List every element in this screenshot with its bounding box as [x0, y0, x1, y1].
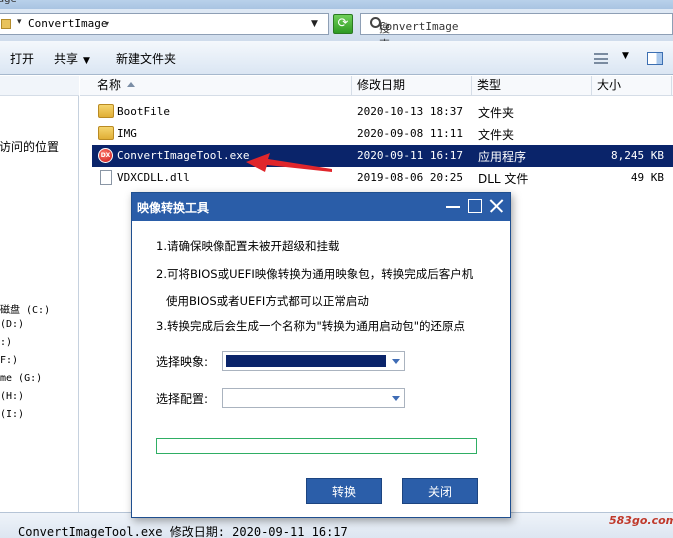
folder-icon: [98, 126, 114, 140]
image-select-value: [226, 355, 386, 367]
file-row-convertimagetool[interactable]: DX ConvertImageTool.exe 2020-09-11 16:17…: [92, 145, 673, 167]
file-row-img[interactable]: IMG 2020-09-08 11:11 文件夹: [92, 123, 673, 145]
breadcrumb-chevron-icon[interactable]: ▾: [105, 19, 109, 28]
address-bar-row: ▾ ConvertImage ▾ ▼ ⟳ 搜索 ConvertImage: [0, 9, 673, 51]
view-dropdown-icon[interactable]: ▼: [622, 51, 629, 61]
chevron-down-icon[interactable]: ▾: [17, 17, 22, 27]
convert-button[interactable]: 转换: [306, 478, 382, 504]
instruction-3: 3.转换完成后会生成一个名称为"转换为通用启动包"的还原点: [156, 319, 466, 333]
nav-item-drive-e[interactable]: :): [0, 337, 12, 348]
column-header-date[interactable]: 修改日期: [352, 76, 472, 96]
site-watermark: 583go.com: [609, 514, 673, 527]
navigation-pane: 访问的位置 磁盘 (C:) (D:) :) F:) me (G:) (H:) (…: [0, 76, 79, 512]
image-select[interactable]: [222, 351, 405, 371]
view-options-icon[interactable]: [594, 53, 608, 64]
preview-pane-icon[interactable]: [647, 52, 663, 65]
nav-item-recent-places[interactable]: 访问的位置: [0, 138, 59, 155]
maximize-icon[interactable]: [466, 197, 484, 215]
folder-icon: [98, 104, 114, 118]
dx-app-icon: DX: [98, 148, 113, 163]
minimize-icon[interactable]: [444, 197, 462, 215]
folder-icon: [1, 19, 11, 29]
instruction-1: 1.请确保映像配置未被开超级和挂载: [156, 239, 340, 253]
file-row-vdxcdll[interactable]: VDXCDLL.dll 2019-08-06 20:25 DLL 文件 49 K…: [92, 167, 673, 189]
column-header-name[interactable]: 名称: [92, 76, 352, 96]
conversion-progress-bar: [156, 438, 477, 454]
share-button[interactable]: 共享 ▼: [54, 50, 90, 67]
file-row-bootfile[interactable]: BootFile 2020-10-13 18:37 文件夹: [92, 101, 673, 123]
nav-item-drive-f[interactable]: F:): [0, 355, 18, 366]
address-bar[interactable]: ▾ ConvertImage ▾ ▼: [0, 13, 329, 35]
command-toolbar: 打开 共享 ▼ 新建文件夹 ▼: [0, 41, 673, 75]
refresh-button[interactable]: ⟳: [333, 14, 353, 34]
instruction-2-continued: 使用BIOS或者UEFI方式都可以正常启动: [166, 294, 369, 308]
status-text: ConvertImageTool.exe 修改日期: 2020-09-11 16…: [18, 525, 348, 538]
search-icon[interactable]: [370, 17, 381, 28]
nav-item-drive-h[interactable]: (H:): [0, 391, 24, 402]
new-folder-button[interactable]: 新建文件夹: [116, 50, 176, 67]
dll-file-icon: [100, 170, 112, 185]
select-config-label: 选择配置:: [156, 392, 209, 406]
instruction-2: 2.可将BIOS或UEFI映像转换为通用映象包，转换完成后客户机: [156, 267, 474, 281]
column-header-type[interactable]: 类型: [472, 76, 592, 96]
search-input[interactable]: 搜索 ConvertImage: [360, 13, 673, 51]
refresh-icon: ⟳: [337, 16, 349, 31]
close-icon[interactable]: [487, 197, 505, 215]
window-title: age: [0, 0, 17, 5]
close-button[interactable]: 关闭: [402, 478, 478, 504]
nav-item-drive-g[interactable]: me (G:): [0, 373, 42, 384]
open-button[interactable]: 打开: [10, 50, 34, 67]
chevron-down-icon: ▼: [83, 56, 90, 66]
file-list-header: 名称 修改日期 类型 大小: [80, 76, 673, 96]
nav-item-drive-c[interactable]: 磁盘 (C:): [0, 301, 50, 316]
chevron-down-icon[interactable]: [392, 396, 400, 401]
sort-ascending-icon: [127, 82, 136, 87]
dialog-title-bar: 映像转换工具: [132, 193, 510, 221]
breadcrumb[interactable]: ConvertImage: [28, 17, 107, 30]
config-select[interactable]: [222, 388, 405, 408]
convert-image-dialog: 映像转换工具 1.请确保映像配置未被开超级和挂载 2.可将BIOS或UEFI映像…: [131, 192, 511, 518]
address-history-dropdown-icon[interactable]: ▼: [311, 19, 318, 29]
annotation-arrow-icon: [246, 153, 332, 172]
window-title-bar: age: [0, 0, 673, 9]
column-header-size[interactable]: 大小: [592, 76, 672, 96]
dialog-title: 映像转换工具: [137, 201, 210, 215]
nav-item-drive-d[interactable]: (D:): [0, 319, 24, 330]
chevron-down-icon[interactable]: [392, 359, 400, 364]
nav-item-drive-i[interactable]: (I:): [0, 409, 24, 420]
select-image-label: 选择映象:: [156, 355, 209, 369]
